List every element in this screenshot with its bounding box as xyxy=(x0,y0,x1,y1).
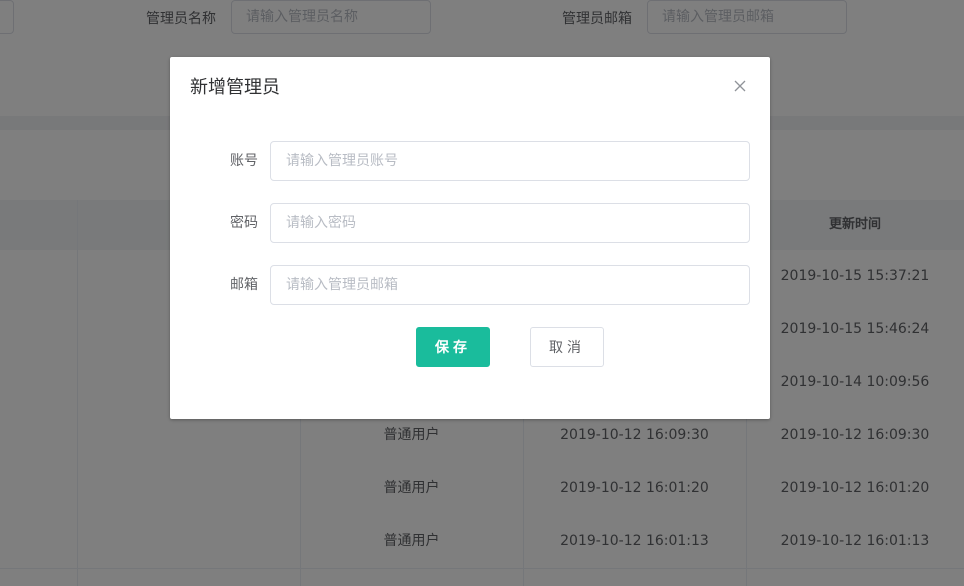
save-button[interactable]: 保存 xyxy=(416,327,490,367)
email-input[interactable] xyxy=(270,265,750,305)
cancel-button[interactable]: 取消 xyxy=(530,327,604,367)
add-admin-dialog: 新增管理员 账号 密码 邮箱 保存 取消 xyxy=(170,57,770,419)
password-input[interactable] xyxy=(270,203,750,243)
email-label: 邮箱 xyxy=(230,277,258,293)
account-label: 账号 xyxy=(230,153,258,169)
dialog-title: 新增管理员 xyxy=(190,77,280,98)
password-label: 密码 xyxy=(230,215,258,231)
account-input[interactable] xyxy=(270,141,750,181)
close-icon[interactable] xyxy=(728,74,752,98)
